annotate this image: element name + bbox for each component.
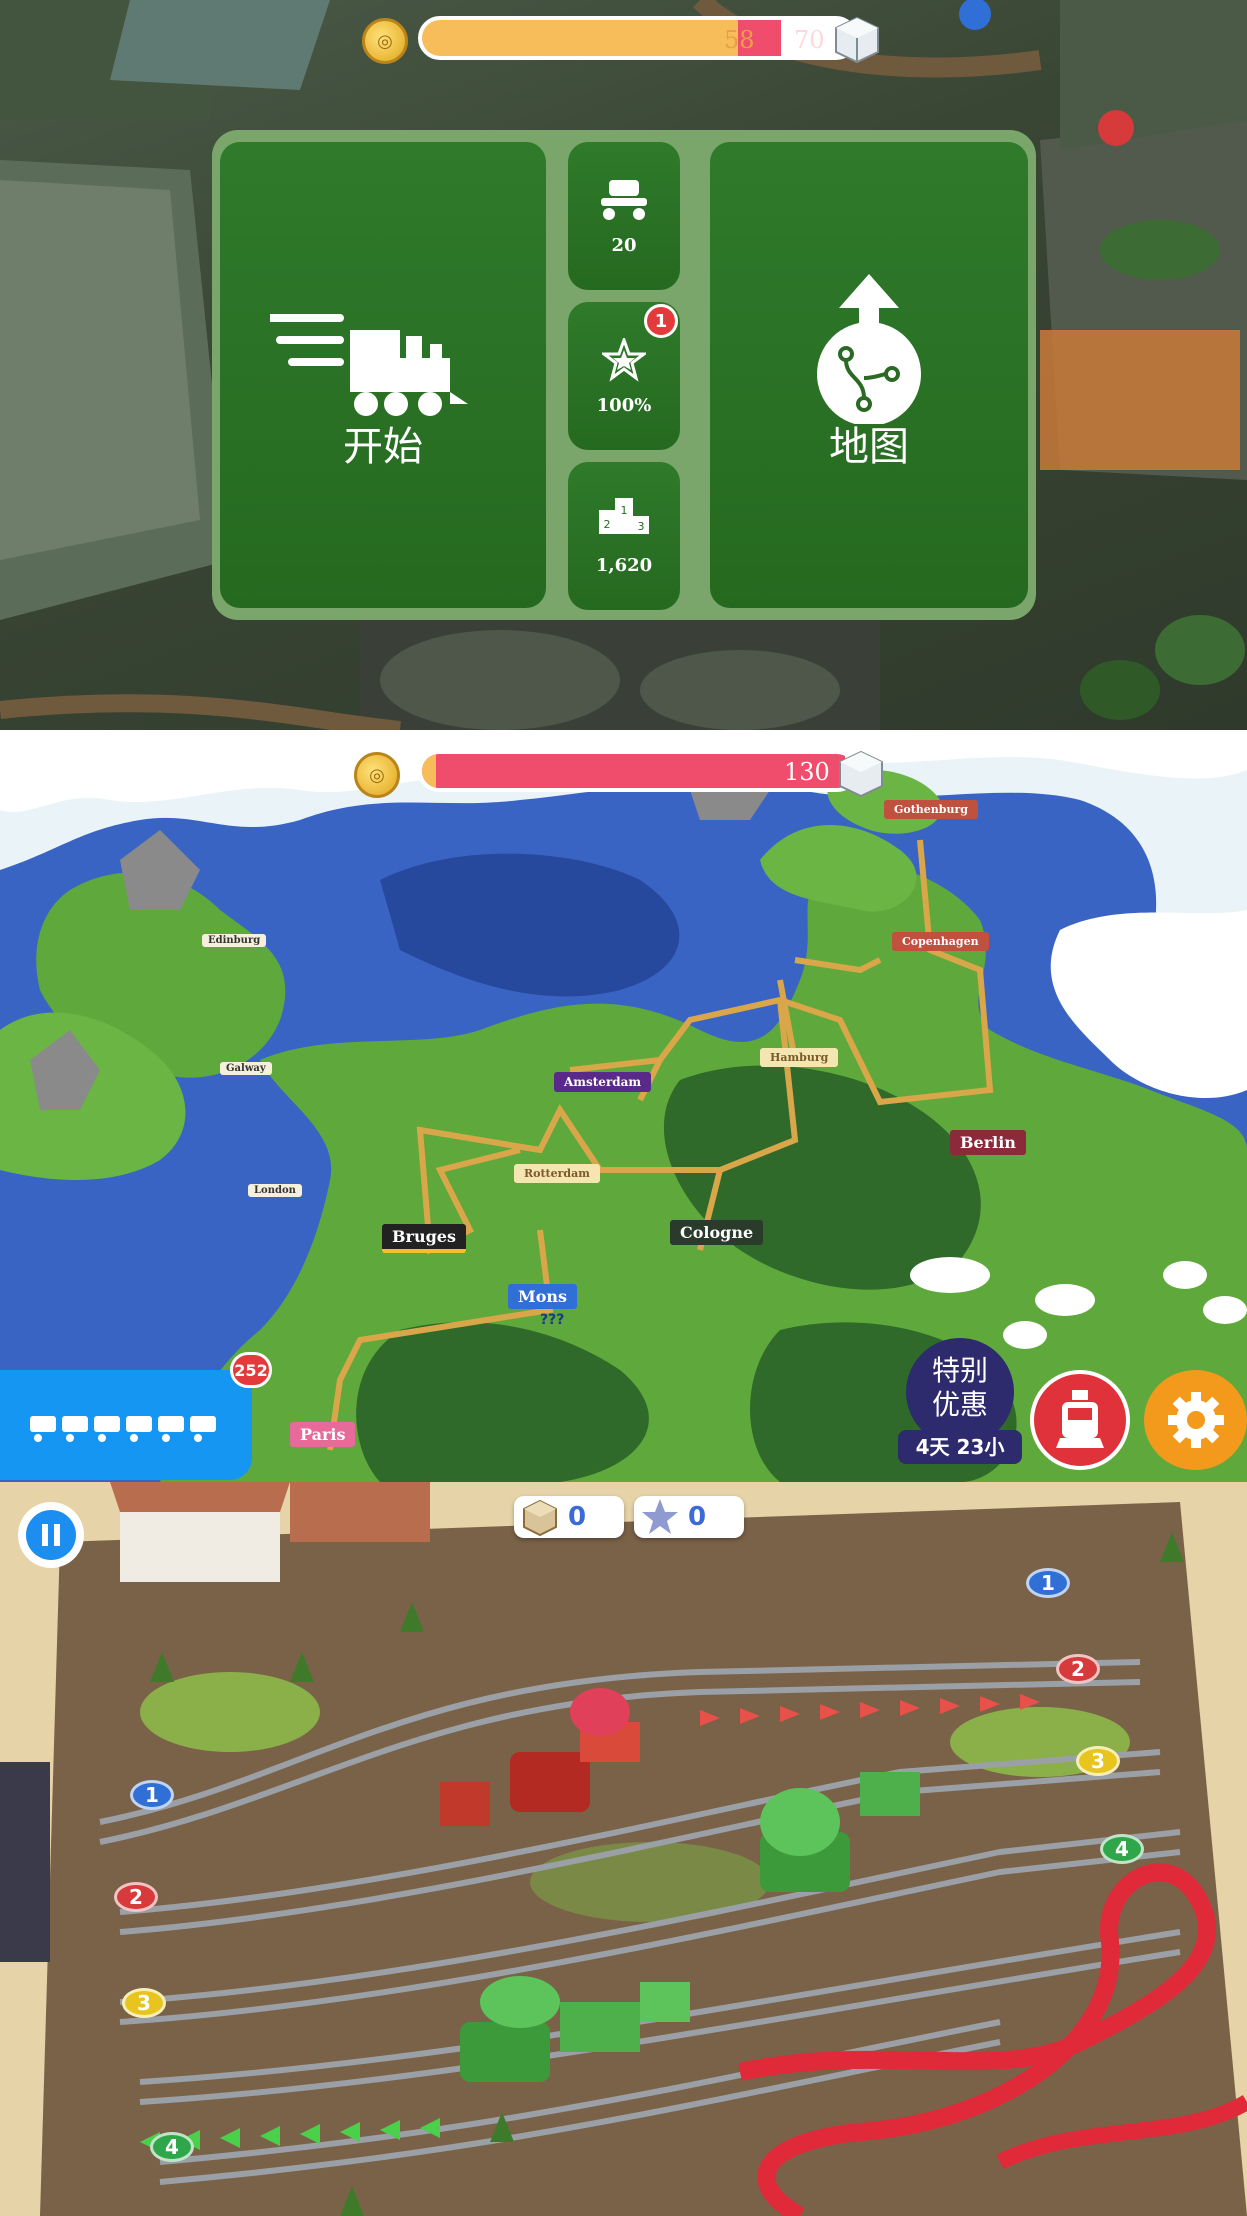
podium-third: 3 (638, 520, 645, 533)
star-icon (602, 338, 646, 382)
city-mons[interactable]: Mons (508, 1284, 578, 1309)
settings-button[interactable] (1144, 1370, 1247, 1470)
offer-line1: 特别 (931, 1354, 988, 1387)
score-value: 1,620 (595, 555, 653, 576)
progress-start-segment (422, 754, 436, 788)
start-button[interactable]: 开始 (220, 142, 546, 608)
gear-icon (1167, 1392, 1224, 1448)
progress-bar: 58 70 (418, 16, 858, 60)
city-paris[interactable]: Paris (290, 1422, 356, 1447)
offer-line2: 优惠 (931, 1388, 988, 1421)
city-rotterdam[interactable]: Rotterdam (514, 1164, 600, 1183)
left-lane-2: 2 (114, 1882, 158, 1912)
train-speed-icon (270, 314, 468, 416)
city-gothenburg[interactable]: Gothenburg (884, 800, 978, 819)
garage-button[interactable] (0, 1370, 252, 1480)
progress-fill-map (422, 754, 845, 788)
star-count: 0 (688, 1502, 707, 1532)
pause-button[interactable] (18, 1502, 84, 1568)
start-menu-panel: ◎ 58 70 开始 20 1 100% 1 2 3 1,620 地图 (0, 0, 1247, 730)
progress-value: 58 (724, 26, 755, 54)
progress-max: 70 (794, 26, 825, 54)
right-lane-1: 1 (1026, 1568, 1070, 1598)
rating-value: 100% (596, 395, 652, 416)
city-amsterdam[interactable]: Amsterdam (554, 1072, 652, 1092)
world-map-panel: ◎ 130 Gothenburg Copenhagen Edinburg Ham… (0, 730, 1247, 1482)
pause-icon (26, 1510, 76, 1560)
seats-value: 20 (611, 235, 637, 256)
left-lane-1: 1 (130, 1780, 174, 1810)
podium-second: 2 (604, 518, 611, 531)
crate-count: 0 (568, 1502, 587, 1532)
star-counter: 0 (634, 1496, 744, 1538)
stat-rating: 1 100% (568, 302, 680, 450)
map-button[interactable]: 地图 (710, 142, 1028, 608)
garage-badge: 252 (230, 1352, 272, 1388)
city-bruges[interactable]: Bruges (382, 1224, 466, 1253)
progress-fill (422, 20, 738, 56)
main-menu: 开始 20 1 100% 1 2 3 1,620 地图 (212, 130, 1036, 620)
stat-score: 1 2 3 1,620 (568, 462, 680, 610)
city-berlin[interactable]: Berlin (950, 1130, 1026, 1155)
rail-yard-panel: 0 0 1 2 3 4 1 2 3 4 (0, 1482, 1247, 2216)
left-lane-4: 4 (150, 2132, 194, 2162)
right-lane-2: 2 (1056, 1654, 1100, 1684)
start-label: 开始 (343, 424, 423, 470)
city-hamburg[interactable]: Hamburg (760, 1048, 839, 1067)
seat-icon (601, 180, 647, 220)
route-map-icon (817, 274, 921, 424)
train-cars-icon (30, 1416, 216, 1442)
crate-icon-map (839, 750, 883, 798)
right-lane-4: 4 (1100, 1834, 1144, 1864)
locomotive-icon (1056, 1390, 1104, 1448)
star-counter-icon (642, 1499, 678, 1534)
locomotive-button[interactable] (1030, 1370, 1130, 1470)
rating-badge: 1 (644, 304, 678, 338)
city-copenhagen[interactable]: Copenhagen (892, 932, 989, 951)
crate-counter: 0 (514, 1496, 624, 1538)
coin-icon: ◎ (362, 18, 408, 64)
podium-icon: 1 2 3 (599, 498, 649, 534)
city-london[interactable]: London (248, 1184, 302, 1197)
progress-value-map: 130 (784, 758, 830, 786)
left-lane-3: 3 (122, 1988, 166, 2018)
progress-bar-map: 130 (418, 750, 858, 792)
map-label: 地图 (829, 424, 909, 470)
coin-icon-map: ◎ (354, 752, 400, 798)
mons-unknown: ??? (540, 1312, 565, 1328)
right-lane-3: 3 (1076, 1746, 1120, 1776)
podium-first: 1 (621, 504, 628, 517)
city-edinburg[interactable]: Edinburg (202, 934, 267, 947)
stat-seats: 20 (568, 142, 680, 290)
city-galway[interactable]: Galway (220, 1062, 272, 1075)
crate-counter-icon (523, 1499, 557, 1537)
city-cologne[interactable]: Cologne (670, 1220, 764, 1245)
crate-icon (835, 16, 879, 64)
offer-timer: 4天 23小 (898, 1430, 1022, 1464)
